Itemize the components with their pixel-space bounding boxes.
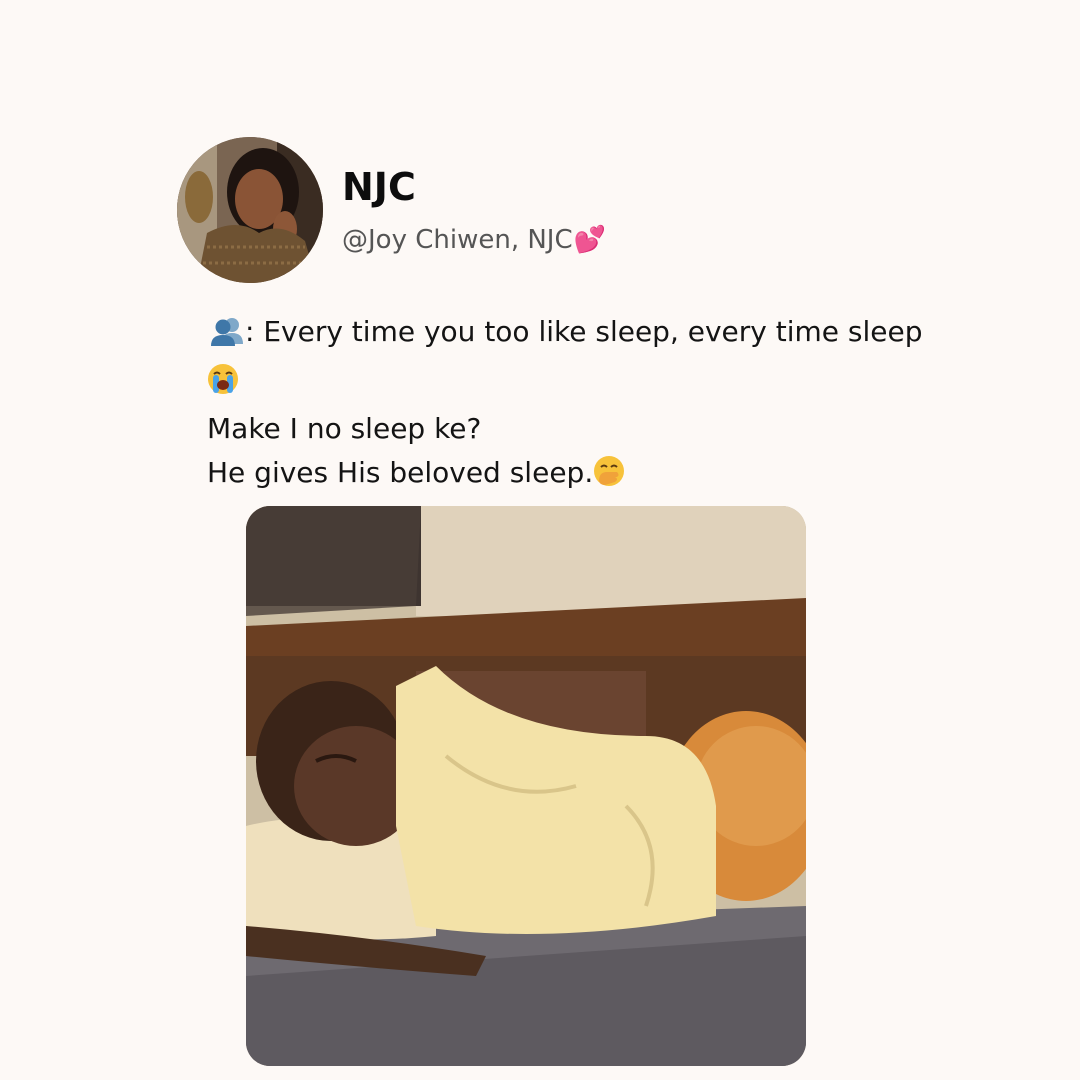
post-text: : Every time you too like sleep, every t…: [207, 310, 947, 499]
display-name[interactable]: NJC: [342, 164, 416, 210]
sleeping-child-photo: [246, 506, 806, 1066]
post-line-2: [207, 359, 947, 408]
busts-in-silhouette-icon: [207, 315, 245, 359]
post-image[interactable]: [246, 506, 806, 1066]
avatar[interactable]: [177, 137, 323, 283]
post-line-1-text: : Every time you too like sleep, every t…: [245, 315, 923, 348]
two-hearts-icon: 💕: [573, 225, 606, 255]
avatar-photo: [177, 137, 323, 283]
post-line-1: : Every time you too like sleep, every t…: [207, 310, 947, 359]
loudly-crying-face-icon: [207, 363, 239, 408]
author-handle: @Joy Chiwen, NJC💕: [342, 222, 606, 258]
post-line-3: Make I no sleep ke?: [207, 412, 482, 445]
handle-text: @Joy Chiwen, NJC: [342, 225, 573, 255]
face-with-hand-over-mouth-icon: [593, 455, 625, 500]
post-line-4-text: He gives His beloved sleep.: [207, 455, 594, 489]
post-card: NJC @Joy Chiwen, NJC💕 : Every time you t…: [0, 0, 1080, 1080]
post-line-4: He gives His beloved sleep.: [207, 451, 947, 500]
